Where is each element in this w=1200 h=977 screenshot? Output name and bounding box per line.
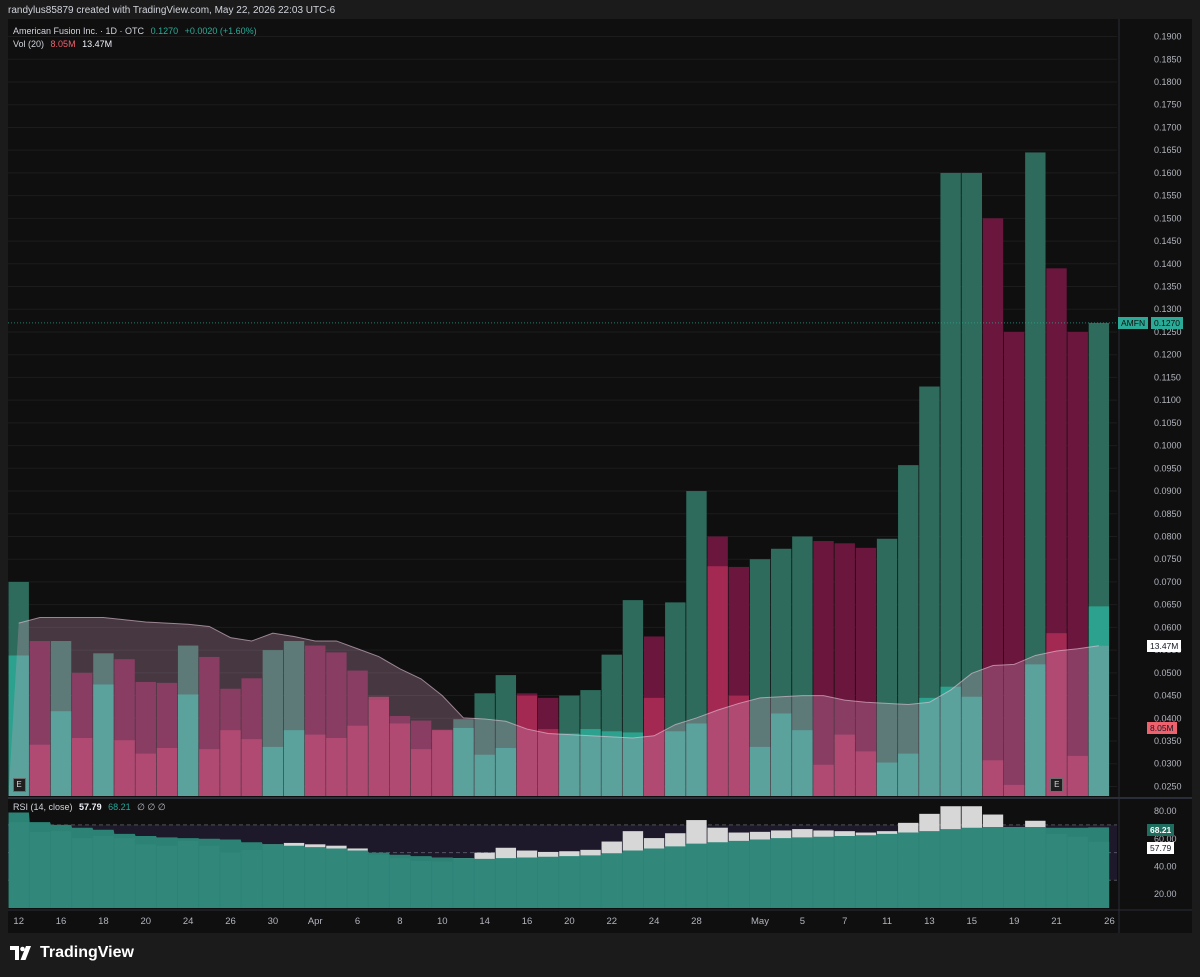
price-tick-label: 0.0900 [1154, 486, 1182, 496]
price-tick-label: 0.1000 [1154, 441, 1182, 451]
rsi-ma-label: 68.21 [1147, 824, 1175, 837]
price-tick-label: 0.1450 [1154, 236, 1182, 246]
time-tick-label: 7 [842, 916, 847, 927]
time-tick-label: 28 [691, 916, 702, 927]
time-tick-label: 10 [437, 916, 448, 927]
price-tick-label: 0.0600 [1154, 622, 1182, 632]
time-axis: 12 16 18 20 24 26 30 Apr 6 8 10 14 16 20 22 24 28 May 5 7 11… [13, 916, 1114, 927]
price-tick-label: 0.0250 [1154, 781, 1182, 791]
time-tick-label: 14 [479, 916, 490, 927]
price-tick-label: 0.0750 [1154, 554, 1182, 564]
earnings-badge[interactable]: E [12, 778, 26, 792]
time-tick-label: Apr [308, 916, 323, 927]
time-tick-label: 19 [1009, 916, 1020, 927]
time-tick-label: May [751, 916, 769, 927]
price-tick-label: 0.0850 [1154, 509, 1182, 519]
time-tick-label: 22 [606, 916, 617, 927]
price-tick-label: 0.0300 [1154, 759, 1182, 769]
time-tick-label: 21 [1051, 916, 1062, 927]
price-tick-label: 0.1150 [1154, 372, 1181, 382]
last-price-label: 0.1270 [1151, 316, 1183, 329]
time-tick-label: 5 [800, 916, 805, 927]
price-tick-label: 0.0800 [1154, 531, 1182, 541]
ticker-price-label: AMFN [1118, 316, 1149, 329]
time-tick-label: 18 [98, 916, 109, 927]
price-tick-label: 0.1850 [1154, 54, 1182, 64]
rsi-tick-label: 40.00 [1154, 861, 1177, 871]
price-tick-label: 0.1600 [1154, 168, 1182, 178]
tradingview-logo-icon [10, 946, 31, 960]
price-tick-label: 0.0950 [1154, 463, 1182, 473]
time-tick-label: 13 [924, 916, 935, 927]
time-tick-label: 16 [522, 916, 533, 927]
price-volume-rsi-chart[interactable]: 0.1900 0.1850 0.1800 0.1750 0.1700 0.1650 0.16… [0, 0, 1200, 977]
price-tick-label: 0.1800 [1154, 77, 1182, 87]
price-tick-label: 0.0650 [1154, 600, 1182, 610]
rsi-label-tag: 57.79 [1147, 841, 1175, 854]
time-tick-label: 6 [355, 916, 360, 927]
time-tick-label: 24 [649, 916, 660, 927]
time-tick-label: 20 [564, 916, 575, 927]
price-tick-label: 0.0500 [1154, 668, 1182, 678]
price-tick-label: 0.1200 [1154, 350, 1182, 360]
brand-name: TradingView [40, 944, 134, 961]
price-tick-label: 0.1500 [1154, 213, 1182, 223]
price-tick-label: 0.1650 [1154, 145, 1182, 155]
price-tick-label: 0.1300 [1154, 304, 1182, 314]
time-tick-label: 12 [13, 916, 24, 927]
price-tick-label: 0.1400 [1154, 259, 1182, 269]
time-tick-label: 30 [268, 916, 279, 927]
price-tick-label: 0.0450 [1154, 691, 1182, 701]
earnings-badge[interactable]: E [1050, 778, 1064, 792]
tradingview-logo[interactable]: TradingView [10, 944, 134, 962]
price-tick-label: 0.1550 [1154, 191, 1182, 201]
price-tick-label: 0.1900 [1154, 32, 1182, 42]
volume-ma-label: 13.47M [1147, 639, 1182, 652]
time-tick-label: 26 [1104, 916, 1115, 927]
price-tick-label: 0.1100 [1154, 395, 1181, 405]
time-tick-label: 16 [56, 916, 67, 927]
price-tick-label: 0.1700 [1154, 122, 1182, 132]
price-tick-label: 0.1750 [1154, 100, 1182, 110]
time-tick-label: 8 [397, 916, 402, 927]
volume-label-tag: 8.05M [1147, 722, 1177, 735]
price-tick-label: 0.0350 [1154, 736, 1182, 746]
time-tick-label: 26 [225, 916, 236, 927]
rsi-tick-label: 80.00 [1154, 806, 1177, 816]
rsi-tick-label: 20.00 [1154, 889, 1177, 899]
time-tick-label: 15 [967, 916, 978, 927]
time-tick-label: 20 [140, 916, 151, 927]
price-tick-label: 0.0700 [1154, 577, 1182, 587]
price-tick-label: 0.1350 [1154, 282, 1182, 292]
price-tick-label: 0.1050 [1154, 418, 1182, 428]
time-tick-label: 24 [183, 916, 194, 927]
time-tick-label: 11 [882, 916, 892, 927]
